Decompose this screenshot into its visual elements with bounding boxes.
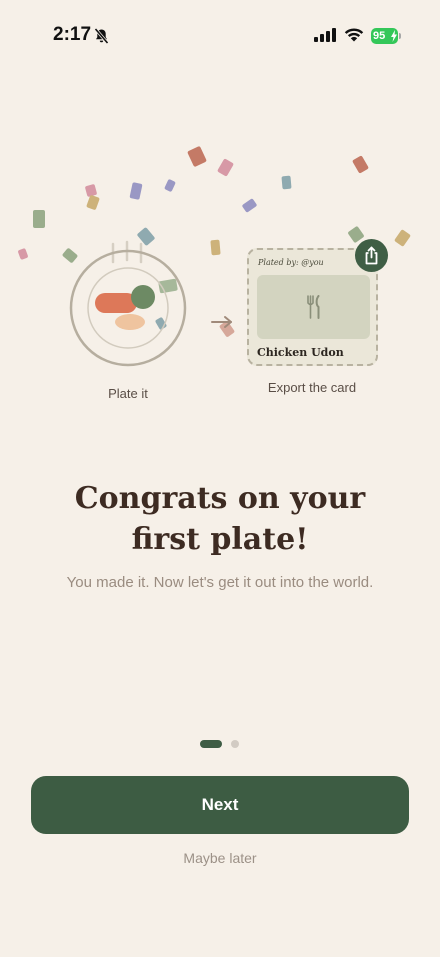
subtitle: You made it. Now let's get it out into t… [66, 574, 374, 591]
confetti-piece [164, 178, 176, 193]
share-button[interactable] [355, 239, 388, 272]
maybe-later-link[interactable]: Maybe later [120, 850, 320, 866]
card-plated-by: Plated by: @you [258, 258, 324, 267]
page-indicator-active [200, 740, 222, 748]
battery-level: 95 [373, 30, 386, 42]
card-caption: Export the card [267, 380, 357, 395]
share-icon [365, 246, 378, 265]
page-indicator-inactive[interactable] [231, 740, 239, 748]
plate-illustration [69, 240, 187, 367]
card-dish-name: Chicken Udon [257, 346, 344, 359]
food-green [131, 285, 155, 309]
page-title: Congrats on your first plate! [30, 478, 410, 560]
confetti-piece [210, 239, 221, 256]
cellular-signal-icon [314, 28, 336, 42]
confetti-piece [17, 247, 29, 261]
confetti-piece [351, 155, 370, 174]
confetti-piece [281, 175, 292, 190]
next-button[interactable]: Next [31, 776, 409, 834]
plate-caption: Plate it [108, 386, 148, 401]
confetti-piece [129, 182, 143, 200]
charging-bolt-icon [391, 30, 397, 42]
battery-indicator: 95 [371, 28, 398, 44]
fork-knife-icon [307, 295, 320, 319]
status-bar: 2:17 95 [0, 0, 440, 70]
confetti-piece [86, 194, 100, 211]
confetti-piece [33, 210, 45, 228]
confetti-piece [187, 145, 207, 168]
status-time: 2:17 [53, 24, 92, 45]
food-salmon [95, 293, 137, 313]
arrow-right-icon [211, 316, 232, 328]
title-line-1: Congrats on your [74, 481, 366, 516]
wifi-icon [344, 28, 364, 42]
confetti-piece [393, 229, 412, 247]
battery-cap [399, 33, 401, 39]
confetti-piece [216, 158, 235, 177]
card-photo-placeholder [257, 275, 370, 339]
title-line-2: first plate! [131, 522, 309, 557]
confetti-piece [241, 198, 258, 213]
bell-slash-icon [94, 28, 109, 44]
food-beige [115, 314, 145, 330]
